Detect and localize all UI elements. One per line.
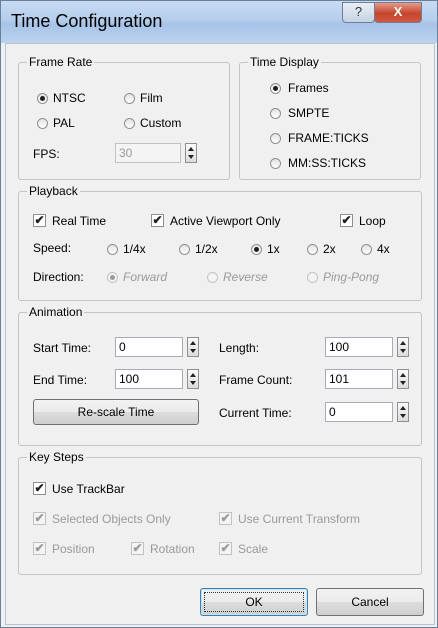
length-field[interactable]: 100 — [325, 337, 393, 357]
smpte-radio[interactable] — [270, 108, 281, 119]
cancel-button[interactable]: Cancel — [316, 588, 424, 616]
smpte-label: SMPTE — [288, 106, 330, 120]
use-trackbar-label: Use TrackBar — [52, 482, 125, 496]
use-current-transform-checkbox[interactable]: ✔ — [219, 512, 232, 525]
active-viewport-only-label: Active Viewport Only — [170, 214, 281, 228]
end-time-spinner[interactable] — [187, 369, 199, 389]
current-time-spinner[interactable] — [397, 402, 409, 422]
pal-radio[interactable] — [37, 118, 48, 129]
speed-2x-radio[interactable] — [307, 244, 318, 255]
real-time-checkbox[interactable]: ✔ — [33, 214, 46, 227]
mm-ss-ticks-label: MM:SS:TICKS — [288, 156, 367, 170]
fps-spinner[interactable] — [185, 143, 197, 163]
frame-count-spinner[interactable] — [397, 369, 409, 389]
title-bar[interactable]: Time Configuration ? X — [1, 1, 437, 43]
ok-button[interactable]: OK — [200, 588, 308, 616]
length-label: Length: — [219, 341, 260, 355]
current-time-field[interactable]: 0 — [325, 402, 393, 422]
frame-ticks-label: FRAME:TICKS — [288, 131, 369, 145]
time-display-group: Time Display Frames SMPTE FRAME:TICKS MM… — [239, 55, 421, 180]
frames-label: Frames — [288, 81, 329, 95]
custom-radio[interactable] — [124, 118, 135, 129]
selected-objects-only-checkbox[interactable]: ✔ — [33, 512, 46, 525]
ntsc-radio[interactable] — [37, 93, 48, 104]
start-time-label: Start Time: — [33, 341, 92, 355]
end-time-field[interactable]: 100 — [115, 369, 183, 389]
speed-4x-radio[interactable] — [361, 244, 372, 255]
close-button[interactable]: X — [374, 2, 422, 23]
film-label: Film — [140, 91, 163, 105]
direction-label: Direction: — [33, 270, 84, 284]
rotation-checkbox[interactable]: ✔ — [131, 542, 144, 555]
real-time-label: Real Time — [52, 214, 107, 228]
frame-count-field[interactable]: 101 — [325, 369, 393, 389]
ntsc-label: NTSC — [53, 91, 86, 105]
rotation-label: Rotation — [150, 542, 195, 556]
position-checkbox[interactable]: ✔ — [33, 542, 46, 555]
playback-legend: Playback — [27, 184, 80, 198]
direction-ping-pong-radio[interactable] — [307, 272, 318, 283]
loop-label: Loop — [359, 214, 386, 228]
active-viewport-only-checkbox[interactable]: ✔ — [151, 214, 164, 227]
speed-quarter-label: 1/4x — [123, 242, 146, 256]
use-trackbar-checkbox[interactable]: ✔ — [33, 482, 46, 495]
speed-half-label: 1/2x — [195, 242, 218, 256]
end-time-label: End Time: — [33, 373, 88, 387]
pal-label: PAL — [53, 116, 75, 130]
frame-rate-legend: Frame Rate — [27, 55, 95, 69]
direction-ping-pong-label: Ping-Pong — [323, 270, 380, 284]
ok-focus-rect — [204, 592, 304, 612]
loop-checkbox[interactable]: ✔ — [340, 214, 353, 227]
direction-reverse-label: Reverse — [223, 270, 268, 284]
rescale-time-button[interactable]: Re-scale Time — [33, 399, 199, 425]
length-spinner[interactable] — [397, 337, 409, 357]
current-time-label: Current Time: — [219, 406, 292, 420]
help-button[interactable]: ? — [342, 2, 375, 23]
direction-forward-label: Forward — [123, 270, 168, 284]
use-current-transform-label: Use Current Transform — [238, 512, 361, 526]
animation-legend: Animation — [27, 305, 85, 319]
direction-forward-radio[interactable] — [107, 272, 118, 283]
speed-label: Speed: — [33, 241, 72, 255]
window-title: Time Configuration — [11, 11, 163, 31]
dialog-client-area: Frame Rate NTSC Film PAL Custom FPS: 30 … — [5, 43, 435, 625]
time-configuration-dialog: Time Configuration ? X Frame Rate NTSC F… — [0, 0, 438, 628]
speed-1x-radio[interactable] — [251, 244, 262, 255]
fps-label: FPS: — [33, 147, 60, 161]
key-steps-group: Key Steps ✔ Use TrackBar ✔ Selected Obje… — [18, 450, 422, 575]
frames-radio[interactable] — [270, 83, 281, 94]
selected-objects-only-label: Selected Objects Only — [52, 512, 171, 526]
fps-field[interactable]: 30 — [115, 143, 181, 163]
start-time-field[interactable]: 0 — [115, 337, 183, 357]
speed-4x-label: 4x — [377, 242, 390, 256]
scale-label: Scale — [238, 542, 269, 556]
playback-group: Playback ✔ Real Time ✔ Active Viewport O… — [18, 184, 422, 301]
mm-ss-ticks-radio[interactable] — [270, 158, 281, 169]
time-display-legend: Time Display — [248, 55, 321, 69]
speed-quarter-radio[interactable] — [107, 244, 118, 255]
scale-checkbox[interactable]: ✔ — [219, 542, 232, 555]
speed-2x-label: 2x — [323, 242, 336, 256]
animation-group: Animation Start Time: 0 Length: 100 End … — [18, 305, 422, 446]
key-steps-legend: Key Steps — [27, 450, 86, 464]
frame-count-label: Frame Count: — [219, 373, 293, 387]
frame-rate-group: Frame Rate NTSC Film PAL Custom FPS: 30 — [18, 55, 230, 180]
direction-reverse-radio[interactable] — [207, 272, 218, 283]
position-label: Position — [52, 542, 95, 556]
film-radio[interactable] — [124, 93, 135, 104]
start-time-spinner[interactable] — [187, 337, 199, 357]
speed-half-radio[interactable] — [179, 244, 190, 255]
speed-1x-label: 1x — [267, 242, 280, 256]
custom-label: Custom — [140, 116, 182, 130]
frame-ticks-radio[interactable] — [270, 133, 281, 144]
